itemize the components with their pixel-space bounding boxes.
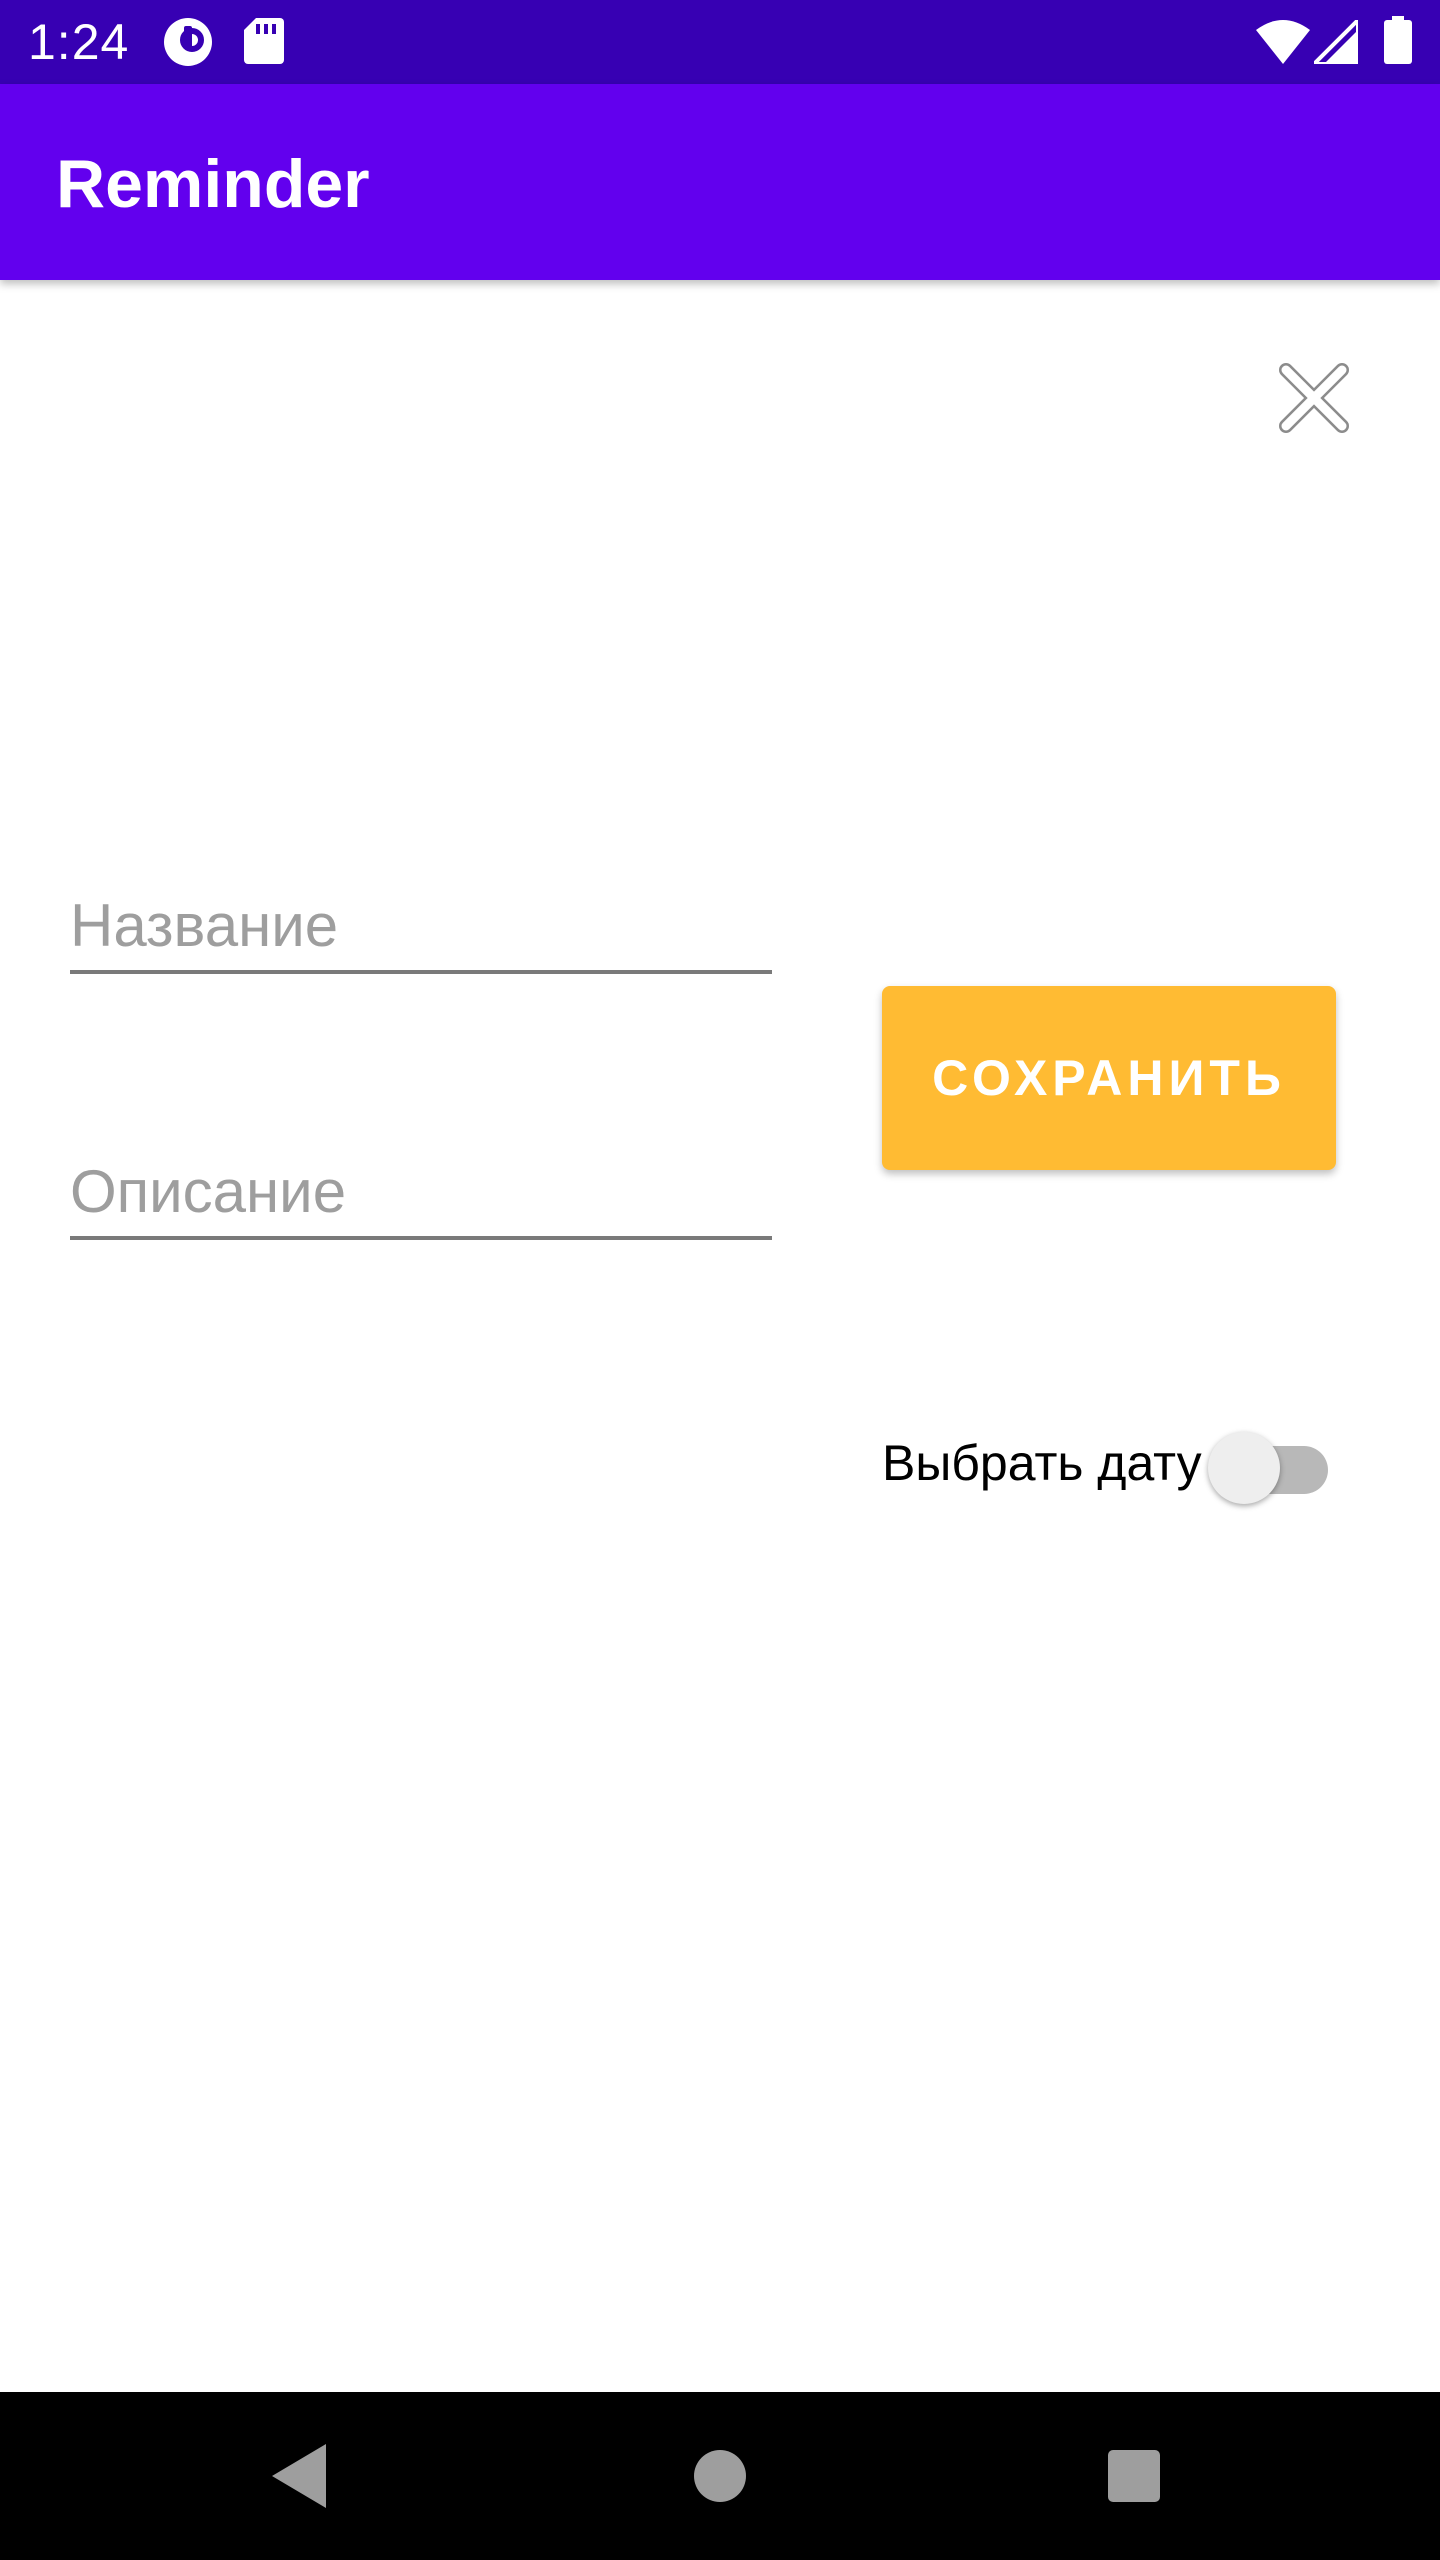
battery-icon — [1384, 16, 1412, 69]
back-icon — [272, 2444, 326, 2508]
status-time: 1:24 — [28, 14, 130, 70]
title-input[interactable] — [70, 891, 772, 960]
app-notification-icon — [162, 16, 214, 73]
app-bar: Reminder — [0, 84, 1440, 280]
navigation-bar — [0, 2392, 1440, 2560]
switch-thumb — [1208, 1432, 1280, 1504]
signal-icon — [1309, 15, 1360, 69]
close-button[interactable] — [1264, 348, 1364, 448]
date-toggle-label: Выбрать дату — [882, 1435, 1202, 1491]
back-button[interactable] — [258, 2434, 342, 2518]
wifi-icon — [1256, 20, 1310, 69]
date-toggle-switch[interactable] — [1208, 1424, 1328, 1504]
description-input[interactable] — [70, 1157, 772, 1226]
status-bar: 1:24 — [0, 0, 1440, 84]
description-field[interactable] — [70, 1136, 772, 1240]
date-toggle-row: Выбрать дату — [882, 1420, 1342, 1506]
save-button[interactable]: СОХРАНИТЬ — [882, 986, 1336, 1170]
home-button[interactable] — [678, 2434, 762, 2518]
page-title: Reminder — [56, 146, 370, 222]
recents-icon — [1108, 2450, 1160, 2502]
home-icon — [694, 2450, 746, 2502]
close-icon — [1279, 363, 1349, 433]
recents-button[interactable] — [1092, 2434, 1176, 2518]
title-field[interactable] — [70, 870, 772, 974]
sd-card-icon — [244, 18, 284, 69]
